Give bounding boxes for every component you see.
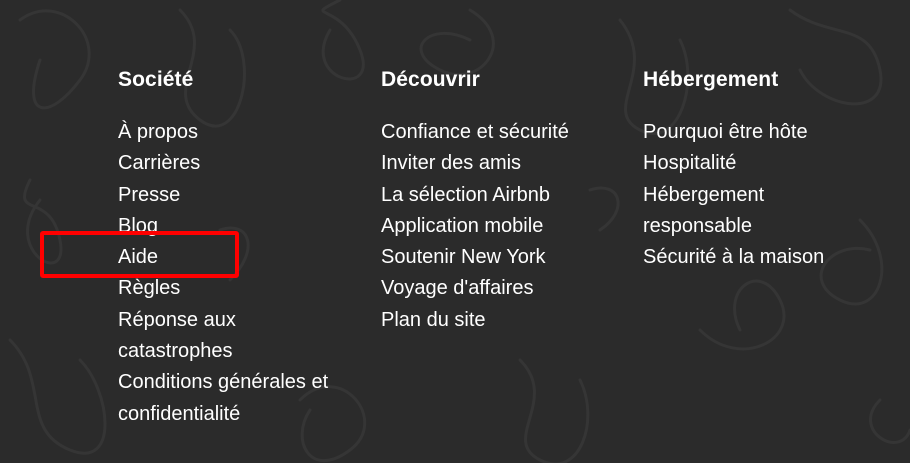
link-aide[interactable]: Aide bbox=[118, 242, 358, 273]
footer-column-decouvrir: Découvrir Confiance et sécurité Inviter … bbox=[381, 64, 631, 336]
footer: Société À propos Carrières Presse Blog A… bbox=[0, 0, 910, 463]
link-hospitalite[interactable]: Hospitalité bbox=[643, 148, 893, 179]
link-application-mobile[interactable]: Application mobile bbox=[381, 211, 631, 242]
link-conditions-confidentialite[interactable]: Conditions générales et confidentialité bbox=[118, 367, 358, 430]
link-list-decouvrir: Confiance et sécurité Inviter des amis L… bbox=[381, 117, 631, 336]
link-selection-airbnb[interactable]: La sélection Airbnb bbox=[381, 180, 631, 211]
link-list-societe: À propos Carrières Presse Blog Aide Règl… bbox=[118, 117, 368, 430]
link-blog[interactable]: Blog bbox=[118, 211, 358, 242]
link-soutenir-new-york[interactable]: Soutenir New York bbox=[381, 242, 631, 273]
column-heading-hebergement: Hébergement bbox=[643, 68, 779, 91]
link-inviter-amis[interactable]: Inviter des amis bbox=[381, 148, 631, 179]
link-plan-du-site[interactable]: Plan du site bbox=[381, 305, 631, 336]
link-a-propos[interactable]: À propos bbox=[118, 117, 358, 148]
column-heading-decouvrir: Découvrir bbox=[381, 68, 480, 91]
link-list-hebergement: Pourquoi être hôte Hospitalité Hébergeme… bbox=[643, 117, 893, 273]
link-pourquoi-etre-hote[interactable]: Pourquoi être hôte bbox=[643, 117, 893, 148]
link-securite-maison[interactable]: Sécurité à la maison bbox=[643, 242, 893, 273]
link-carrieres[interactable]: Carrières bbox=[118, 148, 358, 179]
link-presse[interactable]: Presse bbox=[118, 180, 358, 211]
link-hebergement-responsable[interactable]: Hébergement responsable bbox=[643, 180, 793, 243]
footer-column-societe: Société À propos Carrières Presse Blog A… bbox=[118, 64, 368, 430]
link-reponse-catastrophes[interactable]: Réponse aux catastrophes bbox=[118, 305, 268, 368]
link-regles[interactable]: Règles bbox=[118, 273, 358, 304]
column-heading-societe: Société bbox=[118, 68, 194, 91]
footer-column-hebergement: Hébergement Pourquoi être hôte Hospitali… bbox=[643, 64, 893, 273]
link-confiance-securite[interactable]: Confiance et sécurité bbox=[381, 117, 631, 148]
link-voyage-affaires[interactable]: Voyage d'affaires bbox=[381, 273, 631, 304]
